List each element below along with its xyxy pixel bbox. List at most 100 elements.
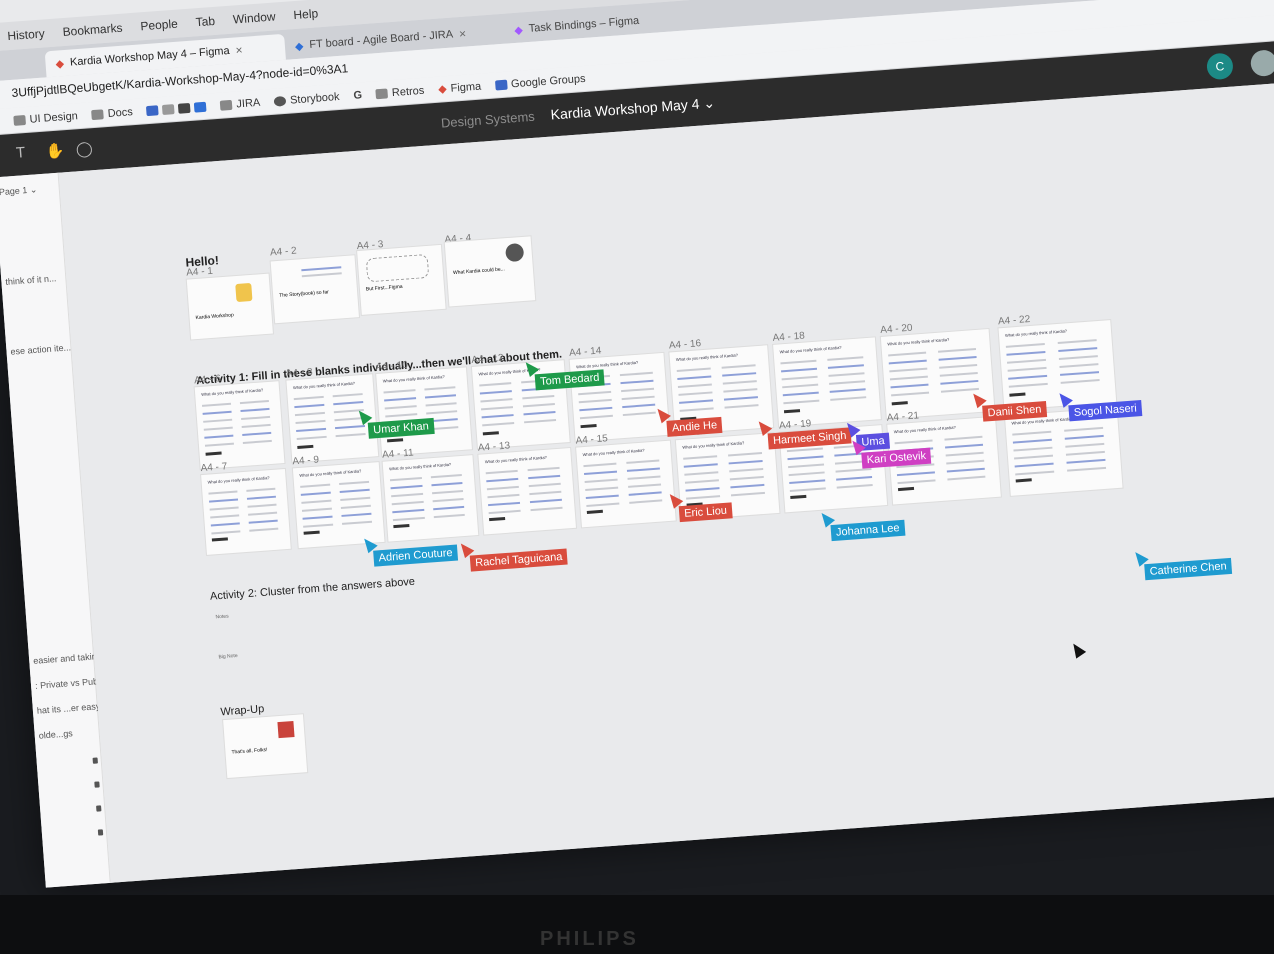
layer-snippet[interactable]: olde...gs [38, 728, 73, 740]
frame-activity1-card[interactable]: What do you really think of Kardia? [201, 468, 291, 555]
text-line [730, 483, 765, 489]
bookmark-google[interactable]: G [353, 89, 362, 102]
collaborator-name-tag: Catherine Chen [1144, 557, 1233, 581]
text-line [302, 515, 333, 520]
text-line [889, 367, 928, 373]
menu-history[interactable]: History [7, 26, 45, 43]
menu-people[interactable]: People [140, 17, 178, 34]
menu-window[interactable]: Window [232, 9, 276, 26]
text-line [341, 520, 372, 525]
bookmark-docs[interactable]: Docs [91, 106, 133, 121]
text-line [790, 494, 807, 500]
text-line [678, 391, 713, 396]
text-line [332, 401, 364, 406]
lock-icon[interactable] [96, 805, 102, 812]
lock-icon[interactable] [94, 781, 100, 788]
text-line [585, 486, 619, 492]
tab-label: FT board - Agile Board - JIRA [308, 28, 454, 52]
text-line [1006, 358, 1047, 364]
text-line [341, 512, 372, 517]
close-icon[interactable]: × [235, 43, 243, 57]
card-title: What do you really think of Kardia? [484, 454, 547, 465]
text-line [723, 396, 759, 401]
bookmark-retros[interactable]: Retros [375, 84, 425, 100]
menu-tab[interactable]: Tab [195, 14, 215, 29]
text-line [626, 467, 660, 472]
text-line [722, 372, 757, 377]
frame-activity1-card[interactable]: What do you really think of Kardia? [478, 448, 576, 535]
text-line [338, 480, 369, 486]
frame-a4-2[interactable]: The Story(book) so far [270, 255, 359, 324]
comment-tool-icon[interactable]: ◯ [75, 139, 93, 158]
menu-bookmarks[interactable]: Bookmarks [62, 21, 123, 39]
frame-activity1-card[interactable]: What do you really think of Kardia? [569, 352, 670, 442]
design-canvas[interactable]: Hello! A4 - 1 A4 - 2 A4 - 3 A4 - 4 Kardi… [58, 80, 1274, 883]
text-line [890, 383, 929, 389]
frame-activity1-card[interactable]: What do you really think of Kardia? [1004, 407, 1123, 496]
text-line [836, 483, 873, 489]
frame-a4-1[interactable]: Kardia Workshop [186, 273, 273, 340]
layer-snippet[interactable]: think of it n... [5, 273, 57, 287]
page-selector[interactable]: Page 1 ⌄ [0, 184, 38, 198]
figma-icon: ◆ [513, 23, 524, 37]
bookmark-storybook[interactable]: Storybook [273, 90, 340, 107]
bookmark-jira[interactable]: JIRA [220, 96, 261, 111]
text-line [827, 356, 864, 361]
sketch-icon [365, 253, 430, 283]
logo-icon [235, 282, 253, 303]
frame-a4-4[interactable]: What Kardia could be... [444, 236, 536, 307]
activity2-heading: Activity 2: Cluster from the answers abo… [209, 575, 416, 603]
storybook-icon [273, 95, 287, 107]
text-line [479, 382, 512, 387]
frame-activity1-card[interactable]: What do you really think of Kardia? [194, 381, 285, 470]
bookmark-ui-design[interactable]: UI Design [13, 110, 78, 127]
text-line [578, 398, 612, 404]
menu-help[interactable]: Help [293, 6, 319, 22]
text-line [586, 509, 603, 514]
card-title: What do you really think of Kardia? [675, 352, 738, 363]
team-breadcrumb[interactable]: Design Systems [440, 109, 535, 131]
bookmark-google-groups[interactable]: Google Groups [494, 72, 586, 91]
frame-activity1-card[interactable]: What do you really think of Kardia? [292, 462, 385, 549]
lock-icon[interactable] [97, 829, 104, 836]
text-line [295, 419, 326, 425]
text-line [529, 498, 562, 504]
profile-avatar[interactable] [1249, 49, 1274, 78]
frame-wrapup[interactable]: That's all, Folks! [223, 714, 308, 778]
user-avatar[interactable]: C [1206, 52, 1234, 81]
layer-snippet[interactable]: ese action ite... [10, 342, 71, 356]
text-line [829, 388, 866, 393]
bookmark-icons-group[interactable] [146, 101, 207, 116]
text-tool-icon[interactable]: T [15, 144, 25, 162]
text-line [481, 414, 514, 419]
text-line [788, 463, 824, 469]
frame-activity1-card[interactable]: What do you really think of Kardia? [382, 455, 479, 542]
frame-a4-3[interactable]: But First...Figma [357, 244, 446, 315]
text-line [827, 364, 864, 369]
text-line [944, 435, 983, 441]
frame-activity1-card[interactable]: What do you really think of Kardia? [773, 337, 881, 427]
text-line [300, 491, 331, 496]
frame-activity1-card[interactable]: What do you really think of Kardia? [376, 367, 472, 456]
text-line [241, 431, 272, 437]
frame-text: The Story(book) so far [278, 289, 330, 299]
text-line [829, 380, 865, 385]
text-line [894, 439, 933, 445]
text-line [728, 459, 763, 465]
doc-icon [146, 104, 159, 116]
frame-label: A4 - 6 [193, 373, 222, 387]
frame-activity1-card[interactable]: What do you really think of Kardia? [576, 440, 676, 528]
text-line [390, 484, 423, 490]
hand-tool-icon[interactable]: ✋ [45, 141, 65, 160]
text-line [781, 375, 818, 381]
text-line [1057, 339, 1098, 344]
text-line [339, 488, 370, 494]
bookmark-figma[interactable]: ◆ Figma [438, 80, 482, 96]
text-line [1060, 379, 1101, 384]
file-name-menu[interactable]: Kardia Workshop May 4 ⌄ [550, 94, 716, 123]
close-icon[interactable]: × [459, 27, 467, 41]
text-line [210, 514, 240, 519]
text-line [432, 505, 465, 511]
text-line [1012, 438, 1053, 444]
lock-icon[interactable] [92, 757, 98, 764]
